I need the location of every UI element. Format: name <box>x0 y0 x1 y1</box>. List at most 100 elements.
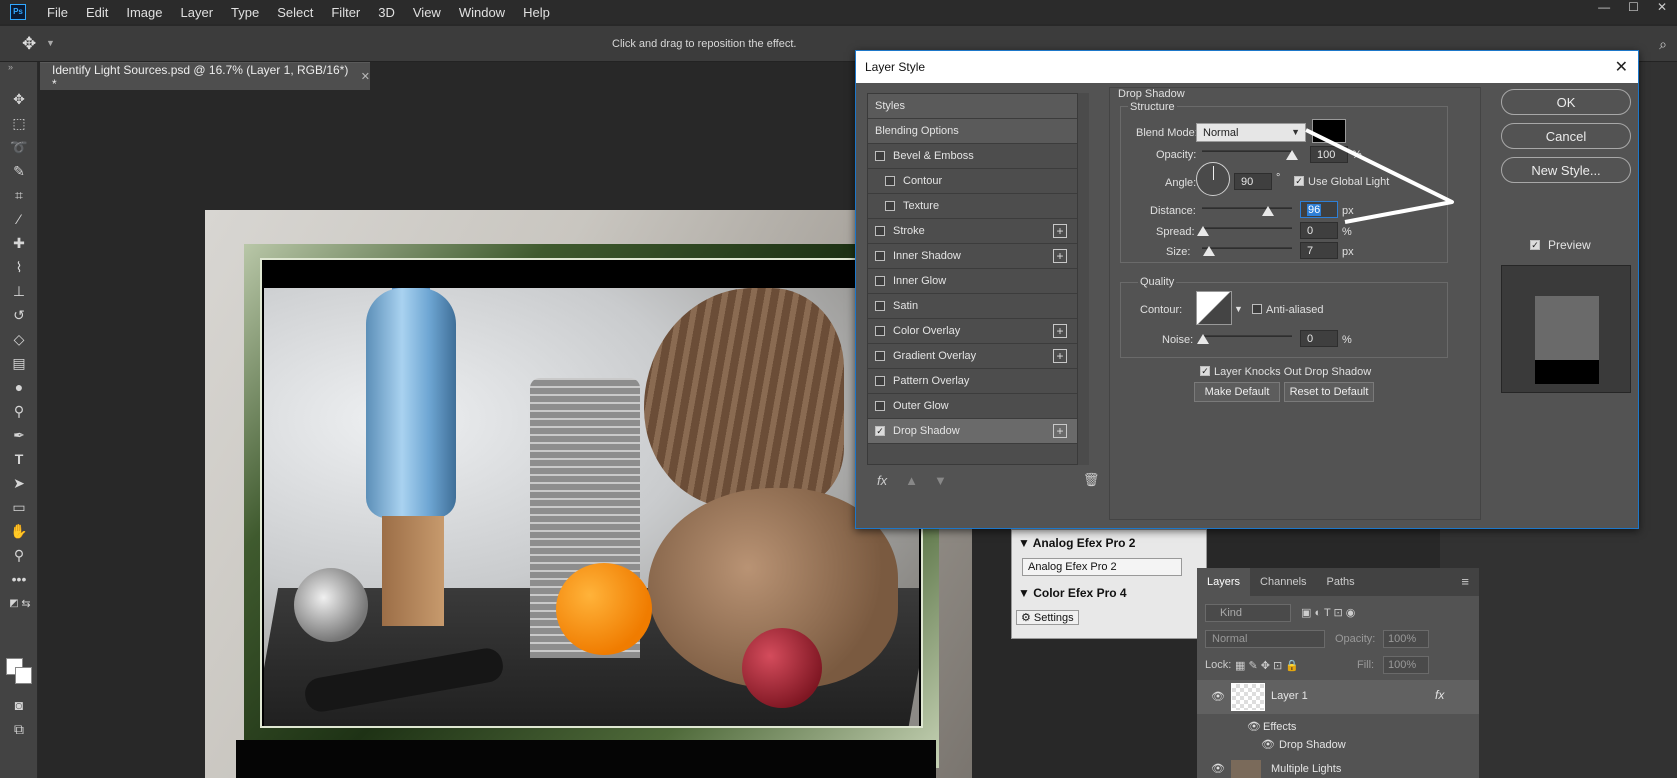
style-item-inner-shadow[interactable]: Inner Shadow + <box>868 244 1077 269</box>
chevron-down-icon[interactable]: ▼ <box>1234 304 1243 314</box>
style-item-outer-glow[interactable]: Outer Glow <box>868 394 1077 419</box>
document-tab[interactable]: Identify Light Sources.psd @ 16.7% (Laye… <box>40 62 370 91</box>
angle-input[interactable]: 90 <box>1234 173 1272 190</box>
background-color-swatch[interactable] <box>15 667 32 684</box>
style-item-stroke[interactable]: Stroke + <box>868 219 1077 244</box>
add-icon[interactable]: + <box>1053 424 1067 438</box>
spread-input[interactable]: 0 <box>1300 222 1338 239</box>
layer-opacity-input[interactable]: 100% <box>1383 630 1429 648</box>
color-efex-header[interactable]: ▼ Color Efex Pro 4 <box>1018 586 1127 600</box>
menu-3d[interactable]: 3D <box>369 5 404 20</box>
noise-slider[interactable] <box>1202 335 1292 337</box>
style-item-inner-glow[interactable]: Inner Glow <box>868 269 1077 294</box>
analog-header[interactable]: ▼ Analog Efex Pro 2 <box>1018 536 1135 550</box>
menu-select[interactable]: Select <box>268 5 322 20</box>
quick-mask-icon[interactable]: ◙ <box>7 694 31 716</box>
eye-icon[interactable]: 👁 <box>1261 738 1275 751</box>
size-input[interactable]: 7 <box>1300 242 1338 259</box>
lock-icons[interactable]: ▦ ✎ ✥ ⊡ 🔒 <box>1235 659 1299 672</box>
zoom-icon[interactable]: ⚲ <box>7 544 31 566</box>
checkbox[interactable] <box>875 276 885 286</box>
knocks-out-checkbox[interactable]: ✓ <box>1200 366 1210 376</box>
noise-input[interactable]: 0 <box>1300 330 1338 347</box>
tab-channels[interactable]: Channels <box>1250 576 1316 588</box>
menu-window[interactable]: Window <box>450 5 514 20</box>
fill-input[interactable]: 100% <box>1383 656 1429 674</box>
opacity-input[interactable]: 100 <box>1310 146 1348 163</box>
layer-row-layer-1[interactable]: 👁 Layer 1 fx <box>1197 680 1479 714</box>
fx-badge[interactable]: fx <box>1435 688 1444 702</box>
spread-slider-thumb[interactable] <box>1197 226 1209 236</box>
eye-icon[interactable]: 👁 <box>1211 762 1225 775</box>
add-icon[interactable]: + <box>1053 349 1067 363</box>
blend-mode-select[interactable]: Normal ▼ <box>1196 123 1306 142</box>
distance-slider[interactable] <box>1202 207 1292 209</box>
eye-icon[interactable]: 👁 <box>1211 690 1225 703</box>
style-item-gradient-overlay[interactable]: Gradient Overlay + <box>868 344 1077 369</box>
checkbox[interactable] <box>885 201 895 211</box>
lasso-icon[interactable]: ➰ <box>7 136 31 158</box>
move-up-icon[interactable]: ▲ <box>905 473 918 488</box>
opacity-slider[interactable] <box>1202 150 1292 152</box>
layer-row-multiple-lights[interactable]: 👁 Multiple Lights <box>1197 760 1479 778</box>
styles-list-scrollbar[interactable] <box>1078 93 1089 465</box>
tab-layers[interactable]: Layers <box>1197 568 1251 596</box>
menu-help[interactable]: Help <box>514 5 559 20</box>
size-slider-thumb[interactable] <box>1203 246 1215 256</box>
checkbox[interactable] <box>875 376 885 386</box>
pen-icon[interactable]: ✒ <box>7 424 31 446</box>
style-item-bevel-emboss[interactable]: Bevel & Emboss <box>868 144 1077 169</box>
eyedropper-icon[interactable]: ⁄ <box>7 208 31 230</box>
stamp-icon[interactable]: ⊥ <box>7 280 31 302</box>
distance-slider-thumb[interactable] <box>1262 206 1274 216</box>
marquee-icon[interactable]: ⬚ <box>7 112 31 134</box>
maximize-button[interactable]: ☐ <box>1628 0 1639 14</box>
trash-icon[interactable]: 🗑 <box>1083 472 1100 488</box>
style-item-pattern-overlay[interactable]: Pattern Overlay <box>868 369 1077 394</box>
gradient-icon[interactable]: ▤ <box>7 352 31 374</box>
swap-colors-icon[interactable]: ⇆ <box>14 592 38 614</box>
filter-icons[interactable]: ▣ ◐ T ⊡ ◉ <box>1301 606 1355 619</box>
new-style-button[interactable]: New Style... <box>1501 157 1631 183</box>
minimize-button[interactable]: — <box>1598 0 1610 14</box>
angle-dial[interactable] <box>1196 162 1230 196</box>
checkbox[interactable] <box>875 226 885 236</box>
quick-select-icon[interactable]: ✎ <box>7 160 31 182</box>
noise-slider-thumb[interactable] <box>1197 334 1209 344</box>
opacity-slider-thumb[interactable] <box>1286 150 1298 160</box>
shadow-color-swatch[interactable] <box>1312 119 1346 143</box>
checkbox[interactable] <box>875 326 885 336</box>
blending-options-item[interactable]: Blending Options <box>868 119 1077 144</box>
layer-blend-select[interactable]: Normal <box>1205 630 1325 648</box>
add-icon[interactable]: + <box>1053 324 1067 338</box>
menu-filter[interactable]: Filter <box>322 5 369 20</box>
reset-to-default-button[interactable]: Reset to Default <box>1284 382 1374 402</box>
panel-menu-icon[interactable]: ≡ <box>1461 574 1469 589</box>
menu-file[interactable]: File <box>38 5 77 20</box>
distance-input[interactable]: 96 <box>1300 201 1338 218</box>
style-item-contour[interactable]: Contour <box>868 169 1077 194</box>
path-select-icon[interactable]: ➤ <box>7 472 31 494</box>
checkbox[interactable]: ✓ <box>875 426 885 436</box>
spread-slider[interactable] <box>1202 227 1292 229</box>
search-icon[interactable]: ⌕ <box>1659 36 1667 53</box>
add-icon[interactable]: + <box>1053 224 1067 238</box>
menu-layer[interactable]: Layer <box>172 5 223 20</box>
ok-button[interactable]: OK <box>1501 89 1631 115</box>
menu-edit[interactable]: Edit <box>77 5 117 20</box>
analog-efex-button[interactable]: Analog Efex Pro 2 <box>1022 558 1182 576</box>
preview-checkbox[interactable]: ✓ <box>1530 240 1540 250</box>
menu-image[interactable]: Image <box>117 5 171 20</box>
type-icon[interactable]: T <box>7 448 31 470</box>
move-tool-icon[interactable]: ✥ <box>22 34 36 54</box>
contour-picker[interactable] <box>1196 291 1232 325</box>
dialog-title-bar[interactable]: Layer Style ✕ <box>856 51 1638 83</box>
style-item-drop-shadow[interactable]: ✓ Drop Shadow + <box>868 419 1077 444</box>
cancel-button[interactable]: Cancel <box>1501 123 1631 149</box>
more-tools-icon[interactable]: ••• <box>7 568 31 590</box>
checkbox[interactable] <box>885 176 895 186</box>
settings-tab[interactable]: ⚙ Settings <box>1016 610 1079 625</box>
style-item-texture[interactable]: Texture <box>868 194 1077 219</box>
move-down-icon[interactable]: ▼ <box>934 473 947 488</box>
anti-aliased-checkbox[interactable] <box>1252 304 1262 314</box>
